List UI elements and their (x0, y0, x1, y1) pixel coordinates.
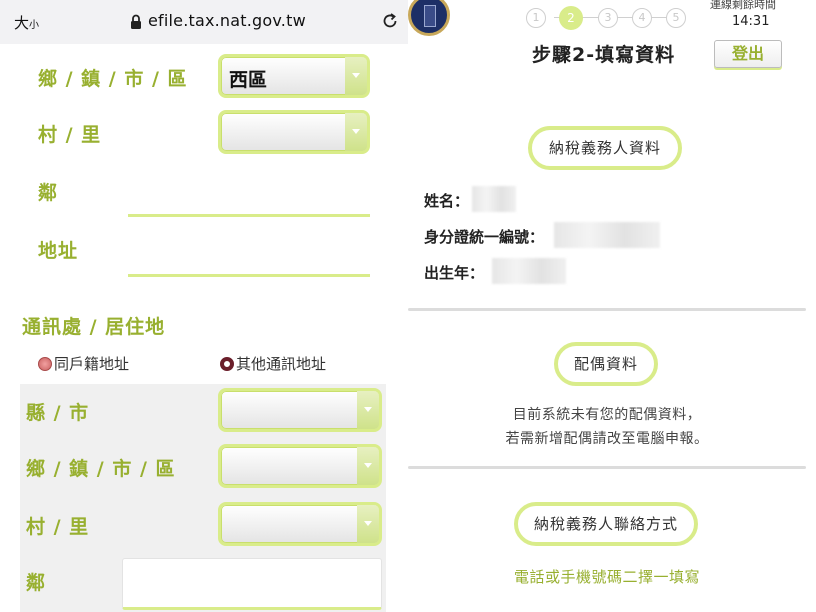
village-label: 村 / 里 (38, 124, 102, 146)
page-title: 步驟2-填寫資料 (532, 44, 676, 66)
left-panel: 大小 efile.tax.nat.gov.tw 鄉 / 鎮 / 市 / 區 西區… (0, 0, 408, 612)
address-label: 地址 (38, 240, 79, 262)
chevron-down-icon (345, 57, 367, 95)
reload-icon[interactable] (380, 11, 400, 31)
step-1: 1 (526, 8, 546, 28)
township-label: 鄉 / 鎮 / 市 / 區 (38, 68, 188, 90)
spouse-message-line2: 若需新增配偶請改至電腦申報。 (505, 431, 709, 447)
government-logo (408, 0, 450, 36)
birth-label: 出生年： (424, 264, 485, 282)
id-value-redacted (554, 222, 660, 248)
address-input[interactable] (128, 274, 370, 277)
village-select[interactable] (218, 110, 370, 154)
right-panel: 1 2 3 4 5 連線剩餘時間 14:31 步驟2-填寫資料 登出 納稅義務人… (408, 0, 816, 612)
mailing-address-title: 通訊處 / 居住地 (22, 316, 166, 338)
chevron-down-icon (345, 113, 367, 151)
mailing-village-select[interactable] (218, 502, 382, 546)
county-label: 縣 / 市 (26, 402, 90, 424)
mailing-neighborhood-label: 鄰 (26, 572, 47, 594)
step-3: 3 (598, 8, 618, 28)
timer-label: 連線剩餘時間 (710, 0, 776, 11)
chevron-down-icon (357, 391, 379, 429)
spouse-message-line1: 目前系統未有您的配偶資料， (512, 407, 702, 423)
taxpayer-section-title: 納稅義務人資料 (528, 126, 682, 170)
radio-other-address[interactable]: 其他通訊地址 (220, 353, 326, 374)
spouse-section-title: 配偶資料 (554, 342, 658, 386)
step-5: 5 (666, 8, 686, 28)
name-label: 姓名： (424, 192, 470, 210)
chevron-down-icon (357, 447, 379, 485)
mailing-village-label: 村 / 里 (26, 516, 90, 538)
township-select[interactable]: 西區 (218, 54, 370, 98)
browser-address-bar: 大小 efile.tax.nat.gov.tw (0, 0, 408, 44)
radio-same-as-registered[interactable]: 同戶籍地址 (38, 353, 129, 374)
section-divider (408, 308, 806, 311)
name-value-redacted (472, 186, 516, 212)
contact-note: 電話或手機號碼二擇一填寫 (513, 568, 700, 586)
contact-section-title: 納稅義務人聯絡方式 (514, 502, 698, 546)
step-2: 2 (559, 6, 583, 30)
radio-on-icon (220, 356, 234, 371)
mailing-township-select[interactable] (218, 444, 382, 488)
radio-off-icon (38, 356, 52, 371)
lock-icon (131, 14, 141, 29)
id-label: 身分證統一編號： (424, 228, 545, 246)
township-select-value: 西區 (229, 69, 268, 91)
logout-button[interactable]: 登出 (714, 40, 782, 68)
county-select[interactable] (218, 388, 382, 432)
mailing-township-label: 鄉 / 鎮 / 市 / 區 (26, 458, 176, 480)
text-size-button[interactable]: 大小 (14, 12, 39, 33)
birth-value-redacted (492, 258, 566, 284)
step-4: 4 (632, 8, 652, 28)
neighborhood-input[interactable] (128, 214, 370, 217)
section-divider (408, 466, 806, 469)
timer-value: 14:31 (732, 14, 770, 29)
url-text[interactable]: efile.tax.nat.gov.tw (148, 11, 306, 30)
neighborhood-label: 鄰 (38, 182, 59, 204)
mailing-neighborhood-input[interactable] (122, 558, 382, 610)
chevron-down-icon (357, 505, 379, 543)
